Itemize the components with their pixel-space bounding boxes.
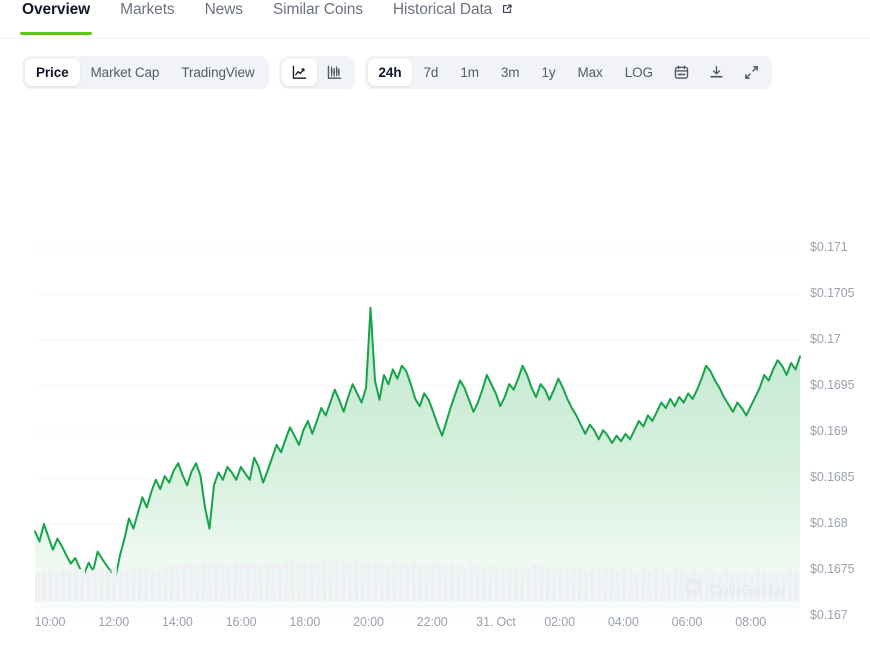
range-24h-button[interactable]: 24h [368,59,413,86]
y-axis-tick-label: $0.1705 [810,286,855,300]
tab-news-label: News [205,1,243,18]
chart-toolbar: Price Market Cap TradingView [22,56,772,89]
y-axis-tick-label: $0.167 [810,608,848,622]
range-3m-button[interactable]: 3m [490,59,531,86]
chart-style-segmented-control [279,56,355,89]
metric-market-cap-button[interactable]: Market Cap [80,59,171,86]
metric-tradingview-button[interactable]: TradingView [170,59,265,86]
x-axis-tick-label: 06:00 [672,615,703,629]
x-axis-tick-label: 12:00 [98,615,129,629]
tab-similar-coins-label: Similar Coins [273,1,363,18]
range-max-button[interactable]: Max [567,59,614,86]
x-axis-tick-label: 16:00 [226,615,257,629]
x-axis-tick-label: 18:00 [289,615,320,629]
y-axis-tick-label: $0.168 [810,516,848,530]
range-1m-button[interactable]: 1m [449,59,490,86]
expand-button[interactable] [734,59,769,86]
calendar-button[interactable] [664,59,699,86]
x-axis-tick-label: 02:00 [544,615,575,629]
tab-markets-label: Markets [120,1,174,18]
section-tabs: Overview Markets News Similar Coins Hist… [0,0,870,40]
tab-historical-data[interactable]: Historical Data [393,0,514,35]
log-scale-button[interactable]: LOG [614,59,664,86]
download-icon [708,64,725,81]
tab-news[interactable]: News [205,0,243,35]
download-button[interactable] [699,59,734,86]
y-axis-tick-label: $0.1685 [810,470,855,484]
price-chart[interactable]: $0.171 $0.1705 $0.17 $0.1695 $0.169 $0.1685 $0… [0,100,870,646]
metric-price-button[interactable]: Price [25,59,80,86]
expand-icon [743,64,760,81]
tab-overview-label: Overview [22,1,90,18]
x-axis-tick-label: 04:00 [608,615,639,629]
y-axis-tick-label: $0.17 [810,332,841,346]
y-axis-tick-label: $0.169 [810,424,848,438]
candlestick-chart-icon [326,64,343,81]
external-link-icon [501,2,513,14]
range-1y-button[interactable]: 1y [530,59,566,86]
tab-markets[interactable]: Markets [120,0,174,35]
x-axis-tick-label: 31. Oct [476,615,516,629]
price-chart-canvas[interactable] [0,100,870,646]
x-axis-tick-label: 14:00 [162,615,193,629]
y-axis-tick-label: $0.171 [810,240,848,254]
calendar-icon [673,64,690,81]
line-chart-icon [291,64,308,81]
candlestick-chart-button[interactable] [317,59,352,86]
time-range-segmented-control: 24h 7d 1m 3m 1y Max LOG [365,56,772,89]
line-chart-button[interactable] [282,59,317,86]
y-axis-tick-label: $0.1695 [810,378,855,392]
range-7d-button[interactable]: 7d [412,59,449,86]
x-axis-tick-label: 22:00 [417,615,448,629]
x-axis-tick-label: 10:00 [35,615,66,629]
x-axis-tick-label: 20:00 [353,615,384,629]
y-axis-tick-label: $0.1675 [810,562,855,576]
tab-historical-data-label: Historical Data [393,1,492,18]
metric-segmented-control: Price Market Cap TradingView [22,56,269,89]
tab-overview[interactable]: Overview [22,0,90,35]
tab-similar-coins[interactable]: Similar Coins [273,0,363,35]
x-axis-tick-label: 08:00 [735,615,766,629]
